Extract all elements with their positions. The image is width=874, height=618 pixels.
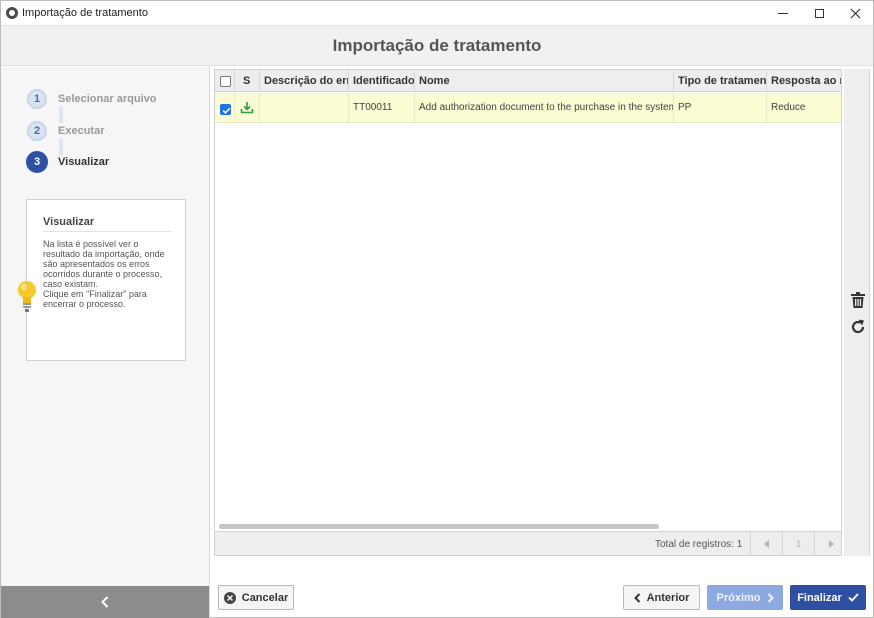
column-header-response[interactable]: Resposta ao risco [767, 70, 841, 92]
maximize-icon [814, 9, 824, 18]
help-title: Visualizar [43, 216, 95, 228]
results-grid: S Descrição do erro Identificador Nome T… [214, 69, 842, 556]
column-header-name[interactable]: Nome [415, 70, 674, 92]
grid-toolbar [844, 69, 870, 556]
next-button[interactable]: Próximo [707, 585, 783, 610]
minimize-icon [778, 13, 788, 14]
minimize-button[interactable] [765, 1, 801, 26]
page-number: 1 [782, 532, 814, 556]
record-count: Total de registros: 1 [655, 539, 743, 550]
refresh-button[interactable] [849, 318, 867, 336]
next-page-button[interactable] [814, 532, 846, 556]
help-panel: Visualizar Na lista é possível ver o res… [26, 199, 186, 361]
lightbulb-icon [18, 281, 36, 312]
help-divider [43, 231, 171, 232]
column-header-status[interactable]: S [235, 70, 260, 92]
refresh-icon [851, 319, 865, 334]
row-response-cell: Reduce [771, 102, 806, 113]
step-label: Executar [58, 125, 105, 137]
checkmark-icon [222, 107, 231, 115]
step-label: Visualizar [58, 156, 110, 168]
row-select-cell [215, 93, 235, 123]
page-title: Importação de tratamento [332, 36, 542, 55]
wizard-sidebar: 1 Selecionar arquivo 2 Executar 3 Visual… [1, 67, 210, 618]
row-status-cell [235, 93, 260, 123]
download-icon [240, 102, 254, 114]
step-label: Selecionar arquivo [58, 93, 157, 105]
maximize-button[interactable] [801, 1, 837, 26]
finish-button[interactable]: Finalizar [790, 585, 866, 610]
dialog-header: Importação de tratamento [1, 26, 873, 66]
wizard-step-execute: 2 Executar [25, 121, 205, 145]
caret-right-icon [828, 540, 834, 548]
checkmark-icon [848, 593, 859, 602]
import-dialog: Importação de tratamento Importação de t… [0, 0, 874, 618]
caret-left-icon [763, 540, 769, 548]
cancel-label: Cancelar [241, 591, 289, 604]
chevron-left-icon [633, 592, 640, 603]
close-icon [850, 8, 860, 19]
row-type-cell: PP [674, 93, 767, 123]
grid-footer: Total de registros: 1 1 [215, 531, 841, 556]
chevron-right-icon [767, 592, 774, 603]
previous-button[interactable]: Anterior [623, 585, 700, 610]
row-name-cell: Add authorization document to the purcha… [415, 93, 674, 123]
trash-icon [851, 292, 865, 308]
close-button[interactable] [837, 1, 873, 26]
horizontal-scrollbar[interactable] [219, 524, 659, 529]
row-identifier-cell: TT00011 [349, 93, 415, 123]
column-header-identifier[interactable]: Identificador [349, 70, 415, 92]
help-text: Na lista é possível ver o resultado da i… [43, 239, 165, 309]
collapse-sidebar-button[interactable] [1, 586, 209, 618]
column-header-type[interactable]: Tipo de tratamento [674, 70, 767, 92]
app-icon [6, 7, 18, 19]
title-bar: Importação de tratamento [1, 1, 873, 26]
chevron-left-icon [101, 596, 109, 608]
wizard-step-view: 3 Visualizar [25, 151, 205, 176]
step-number: 3 [26, 151, 48, 173]
row-error-cell [260, 93, 349, 123]
table-row[interactable]: TT00011 Add authorization document to th… [215, 93, 841, 123]
select-all-checkbox[interactable] [220, 76, 231, 87]
finish-label: Finalizar [797, 591, 842, 604]
row-checkbox[interactable] [220, 104, 231, 115]
step-number: 2 [27, 121, 47, 141]
select-all-column [215, 70, 235, 92]
delete-button[interactable] [849, 291, 867, 309]
next-label: Próximo [716, 591, 761, 604]
cancel-icon [223, 591, 236, 604]
wizard-step-select-file: 1 Selecionar arquivo [25, 89, 205, 113]
window-title: Importação de tratamento [22, 7, 148, 19]
cancel-button[interactable]: Cancelar [218, 585, 294, 610]
previous-label: Anterior [646, 591, 690, 604]
step-number: 1 [27, 89, 47, 109]
column-header-error[interactable]: Descrição do erro [260, 70, 349, 92]
grid-header: S Descrição do erro Identificador Nome T… [215, 70, 841, 92]
prev-page-button[interactable] [750, 532, 782, 556]
